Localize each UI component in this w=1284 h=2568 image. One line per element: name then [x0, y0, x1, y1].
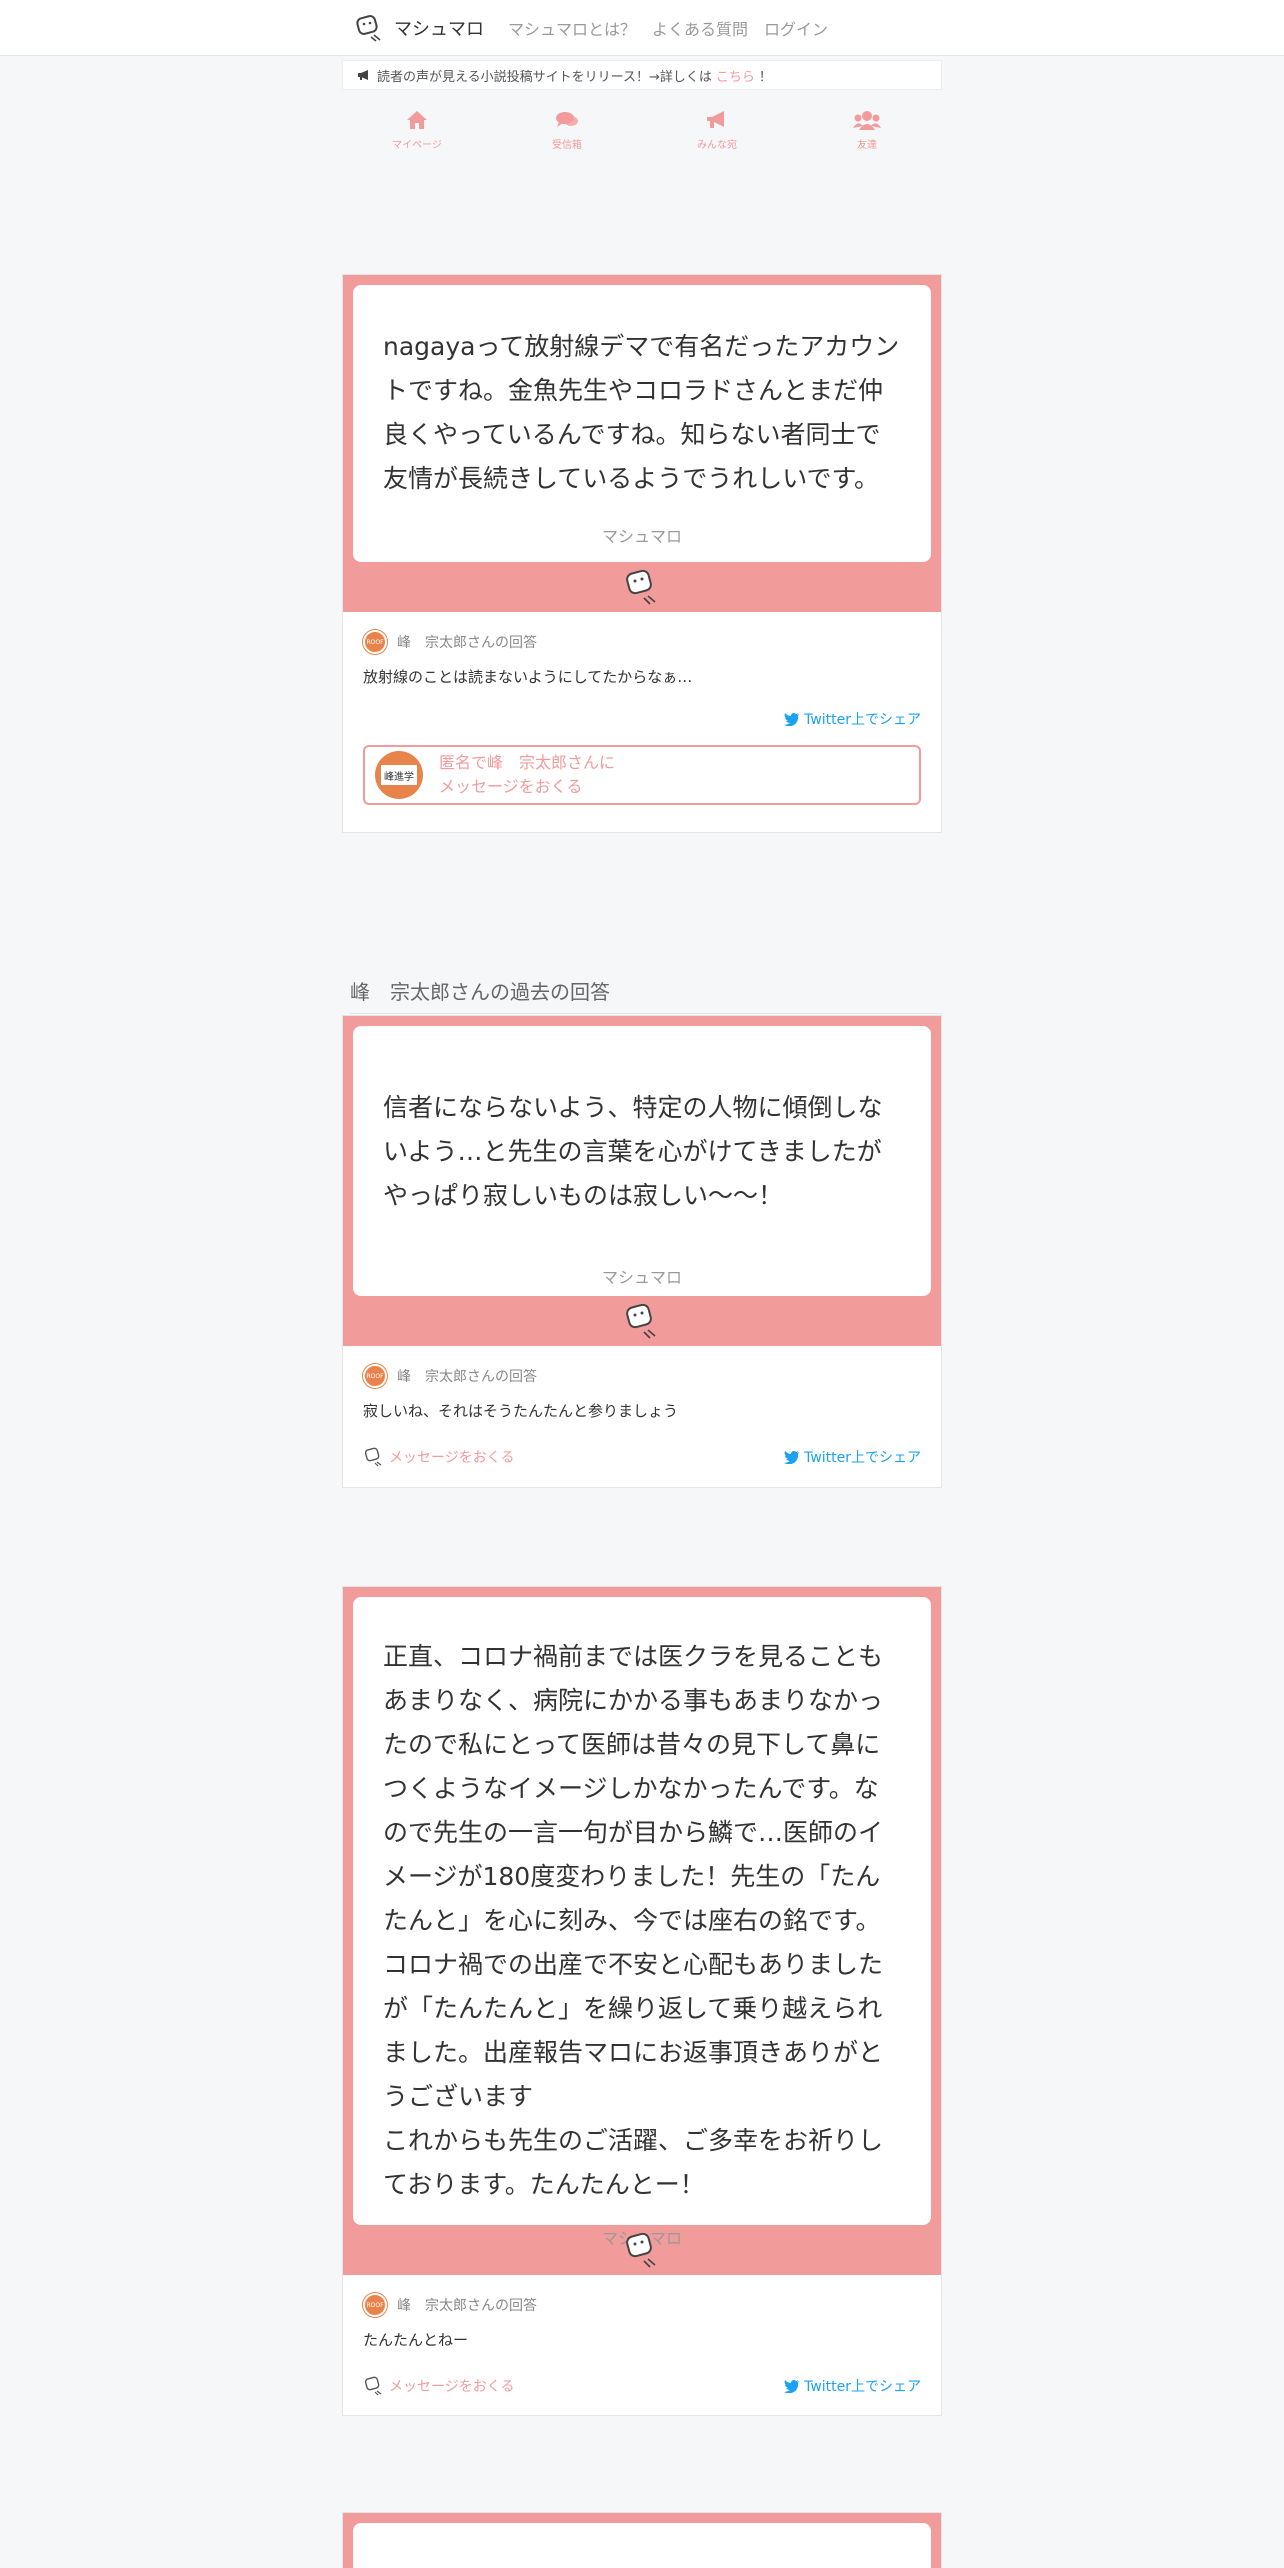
question-box: 信者にならないよう、特定の人物に傾倒しないよう…と￼先生の言葉を心がけてきました… [353, 1026, 931, 1296]
send-message-link[interactable]: メッセージをおくる [363, 1447, 514, 1467]
marshmallow-icon [626, 1303, 656, 1339]
marshmallow-icon [626, 2232, 656, 2268]
nav-everyone-label: みんな宛 [697, 140, 737, 151]
nav-link-login[interactable]: ログイン [764, 16, 828, 40]
marshmallow-logo-icon [356, 15, 381, 42]
marshmallow-icon [626, 569, 656, 605]
question-box [353, 2523, 931, 2568]
cta-line2: メッセージをおくる [439, 777, 583, 796]
nav-link-faq[interactable]: よくある質問 [652, 16, 748, 40]
question-frame: nagayaって放射線デマで有名だったアカウントですね。金魚先生やコロラドさんと… [343, 275, 941, 612]
nav-friends[interactable]: 友達 [817, 110, 917, 170]
past-answer-card: 信者にならないよう、特定の人物に傾倒しないよう…と￼先生の言葉を心がけてきました… [342, 1015, 942, 1488]
brand-name: マシュマロ [394, 19, 484, 40]
twitter-share-link[interactable]: Twitter上でシェア [784, 2376, 921, 2396]
announcement-bar: 読者の声が見える小説投稿サイトをリリース！→詳しくは こちら ！ [342, 60, 942, 90]
comments-icon [556, 112, 578, 127]
answer-section: ROOF 峰 宗太郎さんの回答 放射線のことは読まないようにしてたからなぁ…￼ … [343, 612, 941, 819]
twitter-share-label: Twitter上でシェア [804, 1450, 921, 1466]
question-footer [353, 1296, 931, 1346]
answer-section: ROOF 峰 宗太郎さんの回答 寂しいね、それはそう￼たんたんと参りましょう メ… [343, 1346, 941, 1481]
bullhorn-icon [358, 70, 368, 80]
nav-inbox-label: 受信箱 [552, 140, 582, 151]
answer-actions: メッセージをおくる Twitter上でシェア [363, 1447, 921, 1467]
question-text: nagayaって放射線デマで有名だったアカウントですね。金魚先生やコロラドさんと… [383, 332, 900, 493]
send-message-label: メッセージをおくる [389, 1450, 515, 1466]
nav-friends-label: 友達 [857, 140, 877, 151]
nav-mypage[interactable]: マイページ [367, 110, 467, 170]
answer-text: たんたんとねー￼ [363, 2331, 469, 2349]
announcement-suffix: ！ [758, 69, 772, 85]
main-answer-card: nagayaって放射線デマで有名だったアカウントですね。金魚先生やコロラドさんと… [342, 274, 942, 833]
twitter-icon [784, 2379, 800, 2393]
avatar[interactable]: ROOF [363, 630, 387, 654]
question-frame: 信者にならないよう、特定の人物に傾倒しないよう…と￼先生の言葉を心がけてきました… [343, 1016, 941, 1346]
send-message-cta[interactable]: 峰進学 匿名で峰 宗太郎さんに メッセージをおくる [363, 745, 921, 805]
nav-mypage-label: マイページ [392, 140, 442, 151]
question-box: nagayaって放射線デマで有名だったアカウントですね。金魚先生やコロラドさんと… [353, 285, 931, 562]
nav-inbox[interactable]: 受信箱 [517, 110, 617, 170]
answer-header-text: 峰 宗太郎さんの回答 [397, 2298, 537, 2314]
avatar[interactable]: ROOF [363, 1364, 387, 1388]
question-text: 正直、コロナ禍前までは医クラを見ることもあまりなく、病院にかかる事もあまりなかっ… [383, 1642, 884, 2199]
brand-logo[interactable]: マシュマロ [354, 13, 484, 43]
answer-header-text: 峰 宗太郎さんの回答 [397, 635, 537, 651]
twitter-icon [784, 1450, 800, 1464]
icon-nav: マイページ 受信箱 みんな宛 友達 [342, 110, 942, 170]
answer-actions: メッセージをおくる Twitter上でシェア [363, 2376, 921, 2396]
send-message-label: メッセージをおくる [389, 2379, 515, 2395]
answer-actions: Twitter上でシェア [363, 709, 921, 729]
users-icon [853, 111, 881, 130]
announcement-link[interactable]: こちら [716, 66, 755, 85]
navbar: マシュマロ マシュマロとは？ よくある質問 ログイン [0, 0, 1284, 56]
bullhorn-icon [707, 111, 724, 128]
answer-text: 放射線のことは読まないようにしてたからなぁ…￼ [363, 668, 693, 686]
question-signature: マシュマロ [601, 527, 682, 546]
avatar-large: 峰進学 [375, 751, 423, 799]
nav-everyone[interactable]: みんな宛 [667, 110, 767, 170]
marshmallow-icon [364, 1447, 382, 1467]
cta-text: 匿名で峰 宗太郎さんに メッセージをおくる [439, 751, 615, 799]
question-frame [343, 2513, 941, 2568]
past-answers-title: 峰 宗太郎さんの過去の回答 [350, 976, 942, 1014]
twitter-share-link[interactable]: Twitter上でシェア [784, 1447, 921, 1467]
twitter-icon [784, 712, 800, 726]
avatar[interactable]: ROOF [363, 2293, 387, 2317]
cta-line1: 匿名で峰 宗太郎さんに [439, 753, 616, 772]
answer-header: ROOF 峰 宗太郎さんの回答 [363, 630, 921, 654]
answer-text: 寂しいね、それはそう￼たんたんと参りましょう [363, 1402, 679, 1420]
past-answer-card [342, 2512, 942, 2568]
marshmallow-icon [364, 2376, 382, 2396]
announcement-text: 読者の声が見える小説投稿サイトをリリース！→詳しくは [377, 69, 712, 85]
answer-header: ROOF 峰 宗太郎さんの回答 [363, 1364, 921, 1388]
send-message-link[interactable]: メッセージをおくる [363, 2376, 514, 2396]
question-text: 信者にならないよう、特定の人物に傾倒しないよう…と￼先生の言葉を心がけてきました… [383, 1093, 883, 1210]
question-footer [353, 562, 931, 612]
question-box: 正直、コロナ禍前までは医クラを見ることもあまりなく、病院にかかる事もあまりなかっ… [353, 1597, 931, 2248]
twitter-share-label: Twitter上でシェア [804, 712, 921, 728]
avatar-large-text: 峰進学 [381, 765, 417, 785]
twitter-share-label: Twitter上でシェア [804, 2379, 921, 2395]
question-frame: 正直、コロナ禍前までは医クラを見ることもあまりなく、病院にかかる事もあまりなかっ… [343, 1587, 941, 2275]
question-footer [353, 2225, 931, 2275]
twitter-share-link[interactable]: Twitter上でシェア [784, 709, 921, 729]
past-answer-card: 正直、コロナ禍前までは医クラを見ることもあまりなく、病院にかかる事もあまりなかっ… [342, 1586, 942, 2416]
home-icon [407, 111, 427, 129]
answer-header: ROOF 峰 宗太郎さんの回答 [363, 2293, 921, 2317]
nav-link-about[interactable]: マシュマロとは？ [508, 16, 636, 40]
question-signature: マシュマロ [601, 1268, 682, 1287]
answer-section: ROOF 峰 宗太郎さんの回答 たんたんとねー￼ メッセージをおくる Twitt… [343, 2275, 941, 2410]
answer-header-text: 峰 宗太郎さんの回答 [397, 1369, 537, 1385]
